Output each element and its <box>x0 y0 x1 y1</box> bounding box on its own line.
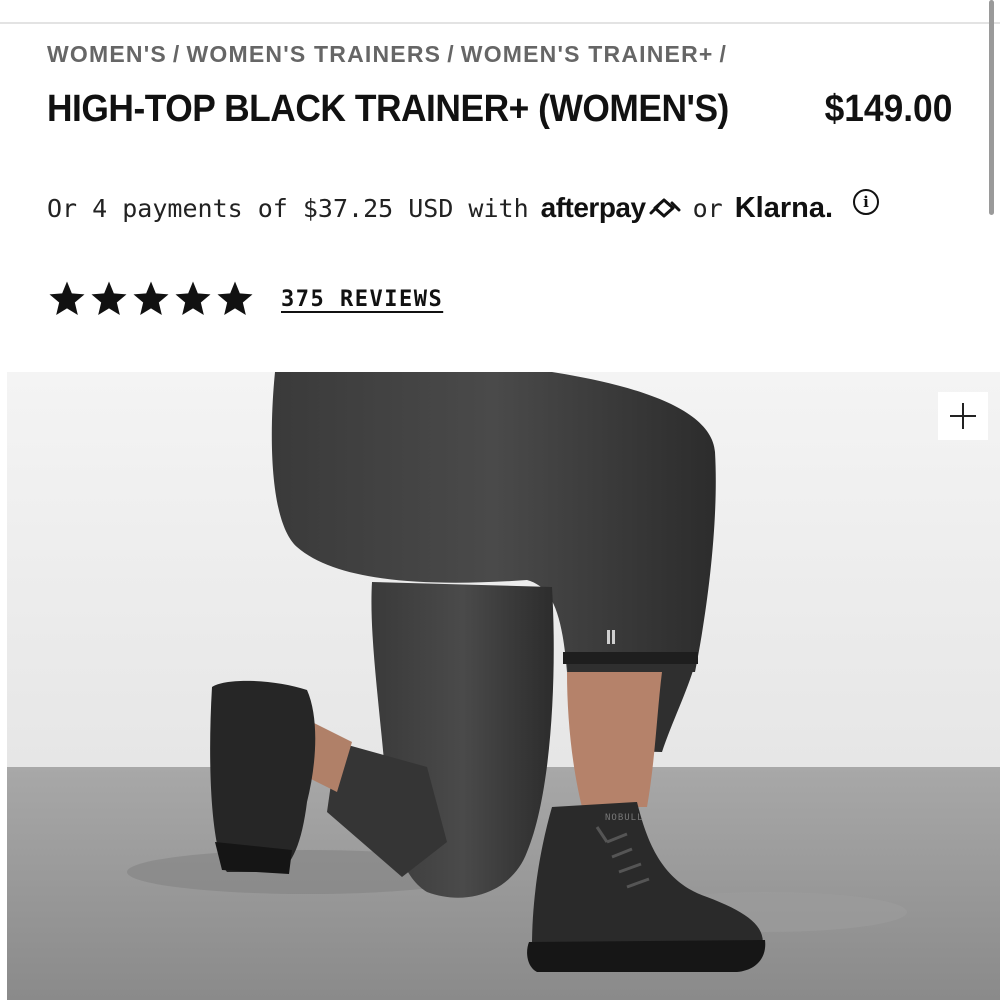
star-icon <box>175 281 211 315</box>
plus-icon <box>950 403 976 429</box>
klarna-logo[interactable]: Klarna. <box>735 192 833 225</box>
reviews-link[interactable]: 375 REVIEWS <box>281 287 443 312</box>
product-photo: NOBULL <box>7 372 1000 1000</box>
star-icon <box>133 281 169 315</box>
scrollbar[interactable] <box>989 0 994 215</box>
afterpay-logo[interactable]: afterpay <box>541 192 681 224</box>
afterpay-label: afterpay <box>540 192 646 223</box>
title-row: HIGH-TOP BLACK TRAINER+ (WOMEN'S) $149.0… <box>47 88 952 140</box>
product-title: HIGH-TOP BLACK TRAINER+ (WOMEN'S) <box>47 88 729 130</box>
installment-text: Or 4 payments of $37.25 USD with <box>47 193 529 223</box>
breadcrumb-separator: / <box>447 41 455 67</box>
star-rating <box>47 279 257 319</box>
shoe-brand-text: NOBULL <box>605 813 644 823</box>
star-icon <box>217 281 253 315</box>
breadcrumb-item-womens-trainer-plus[interactable]: WOMEN'S TRAINER+ <box>461 41 714 67</box>
info-icon[interactable]: i <box>853 189 880 215</box>
breadcrumb-separator: / <box>172 41 181 67</box>
breadcrumb-separator: / <box>719 41 728 67</box>
star-icon <box>91 281 127 315</box>
breadcrumb-item-womens[interactable]: WOMEN'S <box>47 41 167 67</box>
breadcrumb: WOMEN'S / WOMEN'S TRAINERS / WOMEN'S TRAINER… <box>47 41 733 68</box>
afterpay-arrows-icon <box>649 198 681 218</box>
product-price: $149.00 <box>824 88 952 130</box>
rating-row: 375 REVIEWS <box>47 277 443 321</box>
top-divider <box>0 22 1000 24</box>
breadcrumb-item-womens-trainers[interactable]: WOMEN'S TRAINERS <box>187 41 442 67</box>
zoom-button[interactable] <box>938 392 988 440</box>
payment-options: Or 4 payments of $37.25 USD with afterpa… <box>47 188 880 228</box>
star-icon <box>49 281 85 315</box>
or-label: or <box>692 193 723 223</box>
product-image[interactable]: NOBULL <box>7 372 1000 1000</box>
